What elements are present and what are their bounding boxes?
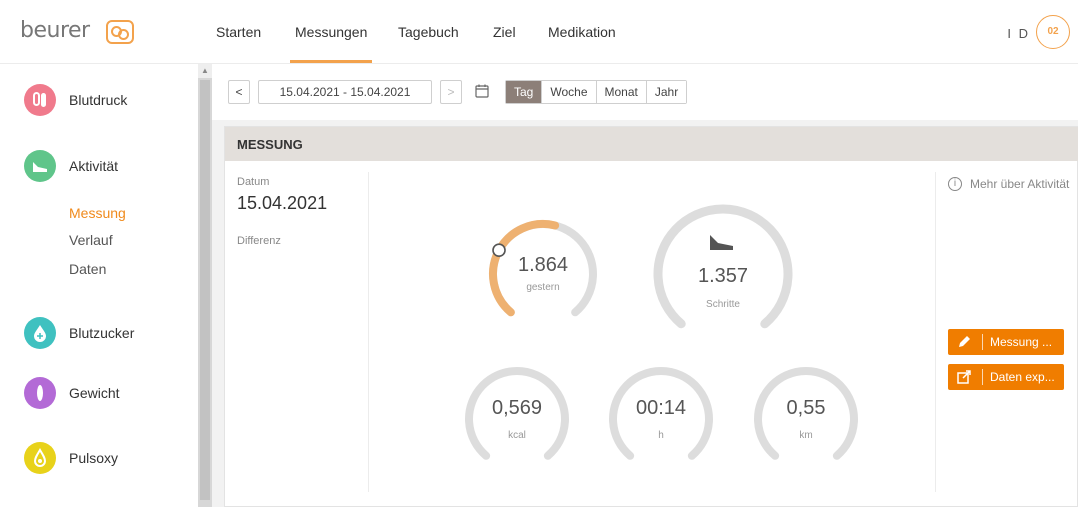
button-separator bbox=[982, 369, 983, 385]
gauge-label-kcal: kcal bbox=[508, 430, 526, 441]
sidebar-item-blutzucker[interactable]: Blutzucker bbox=[24, 317, 194, 349]
card-header: MESSUNG bbox=[225, 127, 1078, 161]
info-icon: i bbox=[948, 177, 962, 191]
info-text: Mehr über Aktivität bbox=[970, 177, 1070, 191]
nav-medikation[interactable]: Medikation bbox=[548, 24, 616, 40]
gauge-value-yesterday: 1.864 bbox=[517, 254, 569, 276]
nav-starten[interactable]: Starten bbox=[216, 24, 261, 40]
nav-active-indicator bbox=[290, 60, 372, 63]
sidebar-item-aktivitaet[interactable]: Aktivität bbox=[24, 150, 194, 182]
sidebar-item-label: Blutzucker bbox=[69, 325, 135, 341]
scroll-up-icon[interactable]: ▲ bbox=[198, 64, 212, 78]
gauge-label-yesterday: gestern bbox=[526, 282, 560, 293]
export-button-label: Daten exp... bbox=[990, 370, 1055, 384]
gauge-value-distance: 0,55 bbox=[786, 397, 826, 419]
date-toolbar: < 15.04.2021 - 15.04.2021 > Tag Woche Mo… bbox=[212, 64, 1078, 120]
scale-icon bbox=[24, 377, 56, 409]
period-woche[interactable]: Woche bbox=[542, 81, 597, 103]
gauge-label-steps: Schritte bbox=[706, 299, 740, 310]
shoe-icon bbox=[24, 150, 56, 182]
user-avatar[interactable]: 02 bbox=[1036, 15, 1070, 49]
pulse-icon bbox=[24, 442, 56, 474]
brand-logo[interactable]: beurer bbox=[20, 18, 90, 43]
export-data-button[interactable]: Daten exp... bbox=[948, 364, 1064, 390]
diff-label: Differenz bbox=[237, 235, 281, 247]
date-label: Datum bbox=[237, 176, 270, 188]
prev-date-button[interactable]: < bbox=[228, 80, 250, 104]
nav-messungen[interactable]: Messungen bbox=[295, 24, 367, 40]
date-value: 15.04.2021 bbox=[237, 193, 328, 213]
card-title: MESSUNG bbox=[237, 137, 303, 152]
sidebar-item-blutdruck[interactable]: Blutdruck bbox=[24, 84, 194, 116]
sidebar-sub-messung[interactable]: Messung bbox=[69, 205, 126, 221]
sidebar: Blutdruck Aktivität Messung Verlauf Date… bbox=[0, 64, 198, 507]
period-tag[interactable]: Tag bbox=[506, 81, 543, 103]
column-divider bbox=[935, 172, 936, 492]
gauge-label-distance: km bbox=[799, 430, 813, 441]
measurement-card: MESSUNG Datum 15.04.2021 Differenz 1.864… bbox=[224, 126, 1078, 507]
gauge-label-time: h bbox=[658, 430, 664, 441]
scroll-thumb[interactable] bbox=[200, 80, 210, 500]
measurement-button-label: Messung ... bbox=[990, 335, 1053, 349]
period-selector: Tag Woche Monat Jahr bbox=[505, 80, 688, 104]
nav-ziel[interactable]: Ziel bbox=[493, 24, 516, 40]
main-content: < 15.04.2021 - 15.04.2021 > Tag Woche Mo… bbox=[212, 64, 1078, 507]
sidebar-sub-daten[interactable]: Daten bbox=[69, 261, 106, 277]
button-separator bbox=[982, 334, 983, 350]
measurement-button[interactable]: Messung ... bbox=[948, 329, 1064, 355]
gauge-value-steps: 1.357 bbox=[697, 265, 749, 287]
sidebar-item-pulsoxy[interactable]: Pulsoxy bbox=[24, 442, 194, 474]
sidebar-item-label: Gewicht bbox=[69, 385, 120, 401]
gauge-value-time: 00:14 bbox=[635, 397, 687, 419]
column-divider bbox=[368, 172, 369, 492]
date-range-field[interactable]: 15.04.2021 - 15.04.2021 bbox=[258, 80, 432, 104]
pencil-icon bbox=[959, 336, 970, 347]
export-icon bbox=[957, 370, 971, 384]
sidebar-item-label: Aktivität bbox=[69, 158, 119, 174]
nav-tagebuch[interactable]: Tagebuch bbox=[398, 24, 459, 40]
sidebar-item-label: Pulsoxy bbox=[69, 450, 119, 466]
shoe-icon bbox=[710, 235, 733, 250]
brand-mark-icon bbox=[106, 20, 134, 44]
gauge-value-kcal: 0,569 bbox=[491, 397, 543, 419]
sidebar-item-gewicht[interactable]: Gewicht bbox=[24, 377, 194, 409]
period-jahr[interactable]: Jahr bbox=[646, 81, 687, 103]
user-initials: I D bbox=[1007, 26, 1030, 41]
calendar-icon[interactable] bbox=[470, 80, 494, 104]
sidebar-scrollbar[interactable]: ▲ bbox=[198, 64, 212, 507]
blood-pressure-icon bbox=[24, 84, 56, 116]
sidebar-sub-verlauf[interactable]: Verlauf bbox=[69, 232, 113, 248]
period-monat[interactable]: Monat bbox=[596, 81, 647, 103]
next-date-button[interactable]: > bbox=[440, 80, 462, 104]
sidebar-item-label: Blutdruck bbox=[69, 92, 128, 108]
drop-icon bbox=[24, 317, 56, 349]
top-bar: beurer Starten Messungen Tagebuch Ziel M… bbox=[0, 0, 1078, 64]
